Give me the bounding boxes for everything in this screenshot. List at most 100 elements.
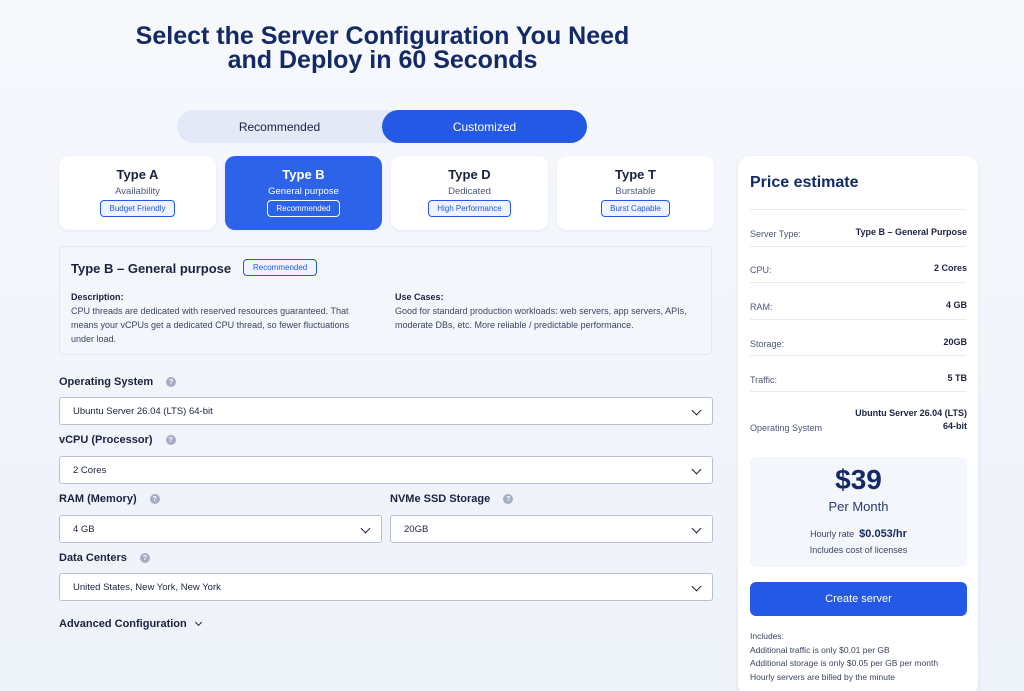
type-card-d[interactable]: Type D Dedicated High Performance <box>391 156 548 230</box>
help-icon[interactable]: ? <box>165 435 176 445</box>
includes-item: Additional storage is only $0.05 per GB … <box>750 658 939 668</box>
datacenter-select[interactable]: United States, New York, New York <box>59 573 713 601</box>
ram-select-value: 4 GB <box>73 523 95 535</box>
summary-value: 4 GB <box>945 300 967 310</box>
type-badge: High Performance <box>428 200 511 217</box>
type-name: Type T <box>615 167 656 182</box>
price-estimate-card: Price estimate Server Type: Type B – Gen… <box>738 156 978 691</box>
summary-value: 5 TB <box>947 373 967 383</box>
summary-row-os: Operating System Ubuntu Server 26.04 (LT… <box>750 407 967 433</box>
summary-label: Storage: <box>750 339 785 349</box>
summary-row-ram: RAM: 4 GB <box>750 299 967 312</box>
type-subtitle: General purpose <box>268 186 339 197</box>
os-label: Operating System ? <box>59 376 177 388</box>
help-icon[interactable]: ? <box>139 553 150 563</box>
summary-row-server-type: Server Type: Type B – General Purpose <box>750 226 967 239</box>
summary-value: Type B – General Purpose <box>855 227 967 237</box>
advanced-configuration-label: Advanced Configuration <box>59 618 187 630</box>
description-label: Description: <box>71 292 124 302</box>
type-details-badge: Recommended <box>243 259 318 276</box>
price-summary-box: $39 Per Month Hourly rate $0.053/hr Inclu… <box>750 457 967 567</box>
chevron-down-icon <box>691 581 702 592</box>
divider <box>750 246 966 247</box>
includes-item: Hourly servers are billed by the minute <box>750 671 896 682</box>
divider <box>750 282 966 283</box>
storage-select-value: 20GB <box>404 523 429 535</box>
summary-label: Traffic: <box>750 375 778 385</box>
summary-value: 20GB <box>943 337 967 347</box>
page-headline: Select the Server Configuration You Need… <box>0 22 765 74</box>
type-details-title: Type B – General purpose <box>71 261 232 276</box>
summary-row-traffic: Traffic: 5 TB <box>750 372 967 385</box>
use-cases-label: Use Cases: <box>395 292 444 302</box>
type-subtitle: Dedicated <box>448 186 491 197</box>
summary-value-line: Ubuntu Server 26.04 (LTS) <box>855 408 967 418</box>
summary-label: Operating System <box>750 423 823 433</box>
type-name: Type D <box>448 167 491 182</box>
storage-label-text: NVMe SSD Storage <box>390 493 491 505</box>
use-cases-column: Use Cases: Good for standard production … <box>395 290 695 332</box>
use-cases-text: Good for standard production workloads: … <box>395 306 687 330</box>
chevron-down-icon <box>691 464 702 475</box>
type-badge: Recommended <box>267 200 340 217</box>
summary-value: 2 Cores <box>933 263 967 273</box>
monthly-price: $39 <box>835 464 882 495</box>
chevron-down-icon <box>691 405 702 416</box>
mode-toggle: Recommended Customized <box>177 110 587 143</box>
vcpu-select-value: 2 Cores <box>73 464 107 476</box>
divider <box>750 209 966 210</box>
summary-label: RAM: <box>750 302 773 312</box>
os-select-value: Ubuntu Server 26.04 (LTS) 64-bit <box>73 405 213 417</box>
type-card-b[interactable]: Type B General purpose Recommended <box>225 156 382 230</box>
licenses-note: Includes cost of licenses <box>809 545 908 555</box>
datacenter-label: Data Centers ? <box>59 552 150 564</box>
headline-line-2: and Deploy in 60 Seconds <box>227 46 538 74</box>
price-estimate-title: Price estimate <box>750 174 859 191</box>
toggle-customized[interactable]: Customized <box>382 110 587 143</box>
advanced-configuration-toggle[interactable]: Advanced Configuration <box>59 618 202 630</box>
type-name: Type A <box>116 167 159 182</box>
type-card-a[interactable]: Type A Availability Budget Friendly <box>59 156 216 230</box>
chevron-down-icon <box>194 618 202 627</box>
toggle-recommended[interactable]: Recommended <box>177 110 382 143</box>
summary-row-cpu: CPU: 2 Cores <box>750 262 967 275</box>
type-badge: Burst Capable <box>601 200 670 217</box>
summary-label: CPU: <box>750 265 772 275</box>
summary-row-storage: Storage: 20GB <box>750 336 967 349</box>
ram-select[interactable]: 4 GB <box>59 515 382 543</box>
price-period: Per Month <box>828 499 889 514</box>
divider <box>750 355 966 356</box>
divider <box>750 319 966 320</box>
ram-label: RAM (Memory) ? <box>59 493 160 505</box>
hourly-rate: Hourly rate $0.053/hr <box>750 528 967 540</box>
help-icon[interactable]: ? <box>149 494 160 504</box>
description-text: CPU threads are dedicated with reserved … <box>71 306 350 344</box>
vcpu-label-text: vCPU (Processor) <box>59 434 153 446</box>
summary-label: Server Type: <box>750 229 801 239</box>
storage-select[interactable]: 20GB <box>390 515 713 543</box>
type-subtitle: Availability <box>115 186 160 197</box>
type-badge: Budget Friendly <box>100 200 175 217</box>
chevron-down-icon <box>691 523 702 534</box>
type-details-panel: Type B – General purpose Recommended Des… <box>59 246 712 355</box>
ram-label-text: RAM (Memory) <box>59 493 137 505</box>
divider <box>750 391 966 392</box>
help-icon[interactable]: ? <box>503 494 514 504</box>
os-label-text: Operating System <box>59 376 154 388</box>
type-subtitle: Burstable <box>615 186 656 197</box>
vcpu-label: vCPU (Processor) ? <box>59 434 176 446</box>
chevron-down-icon <box>360 523 371 534</box>
os-select[interactable]: Ubuntu Server 26.04 (LTS) 64-bit <box>59 397 713 425</box>
headline-line-1: Select the Server Configuration You Need <box>135 22 630 50</box>
storage-label: NVMe SSD Storage ? <box>390 493 514 505</box>
datacenter-select-value: United States, New York, New York <box>73 581 221 593</box>
datacenter-label-text: Data Centers <box>59 552 127 564</box>
create-server-button[interactable]: Create server <box>750 582 967 616</box>
summary-value: Ubuntu Server 26.04 (LTS) 64-bit <box>855 407 967 433</box>
type-name: Type B <box>282 167 325 182</box>
description-column: Description: CPU threads are dedicated w… <box>71 290 371 346</box>
type-card-t[interactable]: Type T Burstable Burst Capable <box>557 156 714 230</box>
help-icon[interactable]: ? <box>166 377 177 387</box>
hourly-rate-value: $0.053/hr <box>859 528 907 540</box>
vcpu-select[interactable]: 2 Cores <box>59 456 713 484</box>
